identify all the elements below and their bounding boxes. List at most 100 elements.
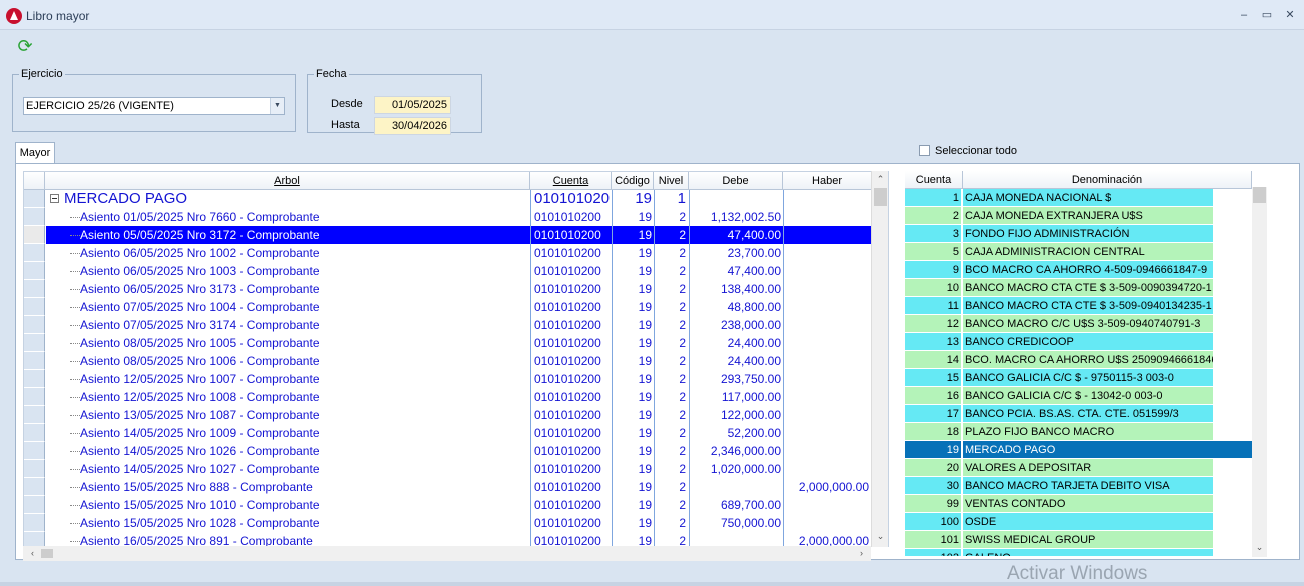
- table-row[interactable]: Asiento 12/05/2025 Nro 1008 - Comprobant…: [24, 388, 872, 406]
- account-name: BANCO CREDICOOP: [963, 333, 1213, 351]
- table-row[interactable]: Asiento 15/05/2025 Nro 888 - Comprobante…: [24, 478, 872, 496]
- account-row[interactable]: 12 BANCO MACRO C/C U$S 3-509-0940740791-3: [905, 315, 1215, 333]
- scroll-up-icon[interactable]: ⌃: [873, 172, 888, 187]
- table-row[interactable]: Asiento 12/05/2025 Nro 1007 - Comprobant…: [24, 370, 872, 388]
- column-header-nivel[interactable]: Nivel: [654, 172, 689, 190]
- ledger-vertical-scrollbar[interactable]: ⌃ ⌄: [871, 171, 888, 547]
- column-header-cuenta[interactable]: Cuenta: [530, 172, 612, 190]
- table-row[interactable]: Asiento 08/05/2025 Nro 1005 - Comprobant…: [24, 334, 872, 352]
- ledger-group-row[interactable]: MERCADO PAGO 0101010200 19 1: [24, 190, 872, 208]
- cell-debe: [689, 478, 781, 496]
- account-row[interactable]: 3 FONDO FIJO ADMINISTRACIÓN: [905, 225, 1215, 243]
- column-header-arbol[interactable]: Arbol: [45, 172, 530, 190]
- ejercicio-select[interactable]: EJERCICIO 25/26 (VIGENTE) ▼: [23, 97, 285, 115]
- account-row[interactable]: 99 VENTAS CONTADO: [905, 495, 1215, 513]
- maximize-button[interactable]: ▭: [1259, 7, 1275, 23]
- account-row[interactable]: 17 BANCO PCIA. BS.AS. CTA. CTE. 051599/3: [905, 405, 1215, 423]
- cell-nivel: 2: [679, 534, 686, 547]
- column-divider: [783, 190, 784, 208]
- row-indicator[interactable]: [24, 532, 45, 546]
- account-row[interactable]: 101 SWISS MEDICAL GROUP: [905, 531, 1215, 549]
- table-row[interactable]: Asiento 07/05/2025 Nro 1004 - Comprobant…: [24, 298, 872, 316]
- account-row[interactable]: 16 BANCO GALICIA C/C $ - 13042-0 003-0: [905, 387, 1215, 405]
- row-indicator[interactable]: [24, 316, 45, 334]
- account-row[interactable]: 102GALENO: [905, 549, 1215, 556]
- table-row[interactable]: Asiento 13/05/2025 Nro 1087 - Comprobant…: [24, 406, 872, 424]
- row-indicator[interactable]: [24, 406, 45, 424]
- row-indicator[interactable]: [24, 370, 45, 388]
- table-row[interactable]: Asiento 15/05/2025 Nro 1010 - Comprobant…: [24, 496, 872, 514]
- column-header-codigo[interactable]: Código: [612, 172, 654, 190]
- tree-connector: [70, 235, 80, 236]
- account-row[interactable]: 11 BANCO MACRO CTA CTE $ 3-509-0940134235…: [905, 297, 1215, 315]
- account-row[interactable]: 14 BCO. MACRO CA AHORRO U$S 2509094666184…: [905, 351, 1215, 369]
- account-row[interactable]: 19 MERCADO PAGO: [905, 441, 1252, 459]
- table-row[interactable]: Asiento 05/05/2025 Nro 3172 - Comprobant…: [24, 226, 872, 244]
- desde-date-field[interactable]: 01/05/2025: [374, 96, 451, 114]
- account-row[interactable]: 2 CAJA MONEDA EXTRANJERA U$S: [905, 207, 1215, 225]
- minimize-button[interactable]: ‒: [1236, 7, 1252, 23]
- column-divider: [530, 334, 531, 352]
- tab-mayor[interactable]: Mayor: [15, 142, 55, 164]
- row-indicator[interactable]: [24, 280, 45, 298]
- row-indicator[interactable]: [24, 334, 45, 352]
- close-button[interactable]: ✕: [1282, 7, 1298, 23]
- chevron-down-icon[interactable]: ▼: [270, 98, 284, 114]
- row-indicator[interactable]: [24, 442, 45, 460]
- select-all-checkbox[interactable]: Seleccionar todo: [919, 145, 1017, 157]
- table-row[interactable]: Asiento 01/05/2025 Nro 7660 - Comprobant…: [24, 208, 872, 226]
- row-indicator[interactable]: [24, 352, 45, 370]
- table-row[interactable]: Asiento 16/05/2025 Nro 891 - Comprobante…: [24, 532, 872, 547]
- table-row[interactable]: Asiento 14/05/2025 Nro 1026 - Comprobant…: [24, 442, 872, 460]
- table-row[interactable]: Asiento 06/05/2025 Nro 3173 - Comprobant…: [24, 280, 872, 298]
- row-indicator[interactable]: [24, 424, 45, 442]
- collapse-icon[interactable]: [50, 194, 59, 203]
- table-row[interactable]: Asiento 14/05/2025 Nro 1009 - Comprobant…: [24, 424, 872, 442]
- row-indicator[interactable]: [24, 190, 45, 208]
- account-row[interactable]: 18 PLAZO FIJO BANCO MACRO: [905, 423, 1215, 441]
- scroll-right-icon[interactable]: ›: [854, 546, 869, 561]
- hasta-date-field[interactable]: 30/04/2026: [374, 117, 451, 135]
- table-row[interactable]: Asiento 08/05/2025 Nro 1006 - Comprobant…: [24, 352, 872, 370]
- cell-debe: 2,346,000.00: [710, 444, 781, 458]
- column-header-cuenta-right[interactable]: Cuenta: [905, 171, 963, 189]
- row-indicator[interactable]: [24, 478, 45, 496]
- row-indicator[interactable]: [24, 388, 45, 406]
- account-row[interactable]: 10 BANCO MACRO CTA CTE $ 3-509-0090394720…: [905, 279, 1215, 297]
- table-row[interactable]: Asiento 15/05/2025 Nro 1028 - Comprobant…: [24, 514, 872, 532]
- row-indicator[interactable]: [24, 496, 45, 514]
- row-indicator[interactable]: [24, 514, 45, 532]
- column-header-denominacion[interactable]: Denominación: [963, 171, 1252, 189]
- scroll-thumb[interactable]: [1253, 187, 1266, 203]
- table-row[interactable]: Asiento 14/05/2025 Nro 1027 - Comprobant…: [24, 460, 872, 478]
- scroll-down-icon[interactable]: ⌄: [1252, 540, 1267, 555]
- ledger-horizontal-scrollbar[interactable]: ‹ ›: [23, 546, 871, 561]
- account-row[interactable]: 100 OSDE: [905, 513, 1215, 531]
- scroll-thumb[interactable]: [41, 549, 53, 558]
- scroll-thumb[interactable]: [874, 188, 887, 206]
- column-header-debe[interactable]: Debe: [689, 172, 783, 190]
- account-row[interactable]: 9 BCO MACRO CA AHORRO 4-509-0946661847-9: [905, 261, 1215, 279]
- account-row[interactable]: 30 BANCO MACRO TARJETA DEBITO VISA: [905, 477, 1215, 495]
- account-row[interactable]: 15 BANCO GALICIA C/C $ - 9750115-3 003-0: [905, 369, 1215, 387]
- accounts-vertical-scrollbar[interactable]: ⌄: [1252, 187, 1267, 557]
- table-row[interactable]: Asiento 06/05/2025 Nro 1002 - Comprobant…: [24, 244, 872, 262]
- account-row[interactable]: 1 CAJA MONEDA NACIONAL $: [905, 189, 1215, 207]
- table-row[interactable]: Asiento 07/05/2025 Nro 3174 - Comprobant…: [24, 316, 872, 334]
- refresh-icon[interactable]: ⟳: [15, 36, 35, 56]
- row-indicator[interactable]: [24, 226, 45, 244]
- scroll-left-icon[interactable]: ‹: [25, 546, 40, 561]
- table-row[interactable]: Asiento 06/05/2025 Nro 1003 - Comprobant…: [24, 262, 872, 280]
- row-indicator[interactable]: [24, 208, 45, 226]
- cell-arbol: Asiento 08/05/2025 Nro 1006 - Comprobant…: [80, 354, 320, 368]
- column-header-haber[interactable]: Haber: [783, 172, 872, 190]
- checkbox-icon[interactable]: [919, 145, 930, 156]
- scroll-down-icon[interactable]: ⌄: [873, 529, 888, 544]
- account-row[interactable]: 5 CAJA ADMINISTRACION CENTRAL: [905, 243, 1215, 261]
- row-indicator[interactable]: [24, 298, 45, 316]
- row-indicator[interactable]: [24, 262, 45, 280]
- account-row[interactable]: 13 BANCO CREDICOOP: [905, 333, 1215, 351]
- account-row[interactable]: 20 VALORES A DEPOSITAR: [905, 459, 1215, 477]
- row-indicator[interactable]: [24, 244, 45, 262]
- row-indicator[interactable]: [24, 460, 45, 478]
